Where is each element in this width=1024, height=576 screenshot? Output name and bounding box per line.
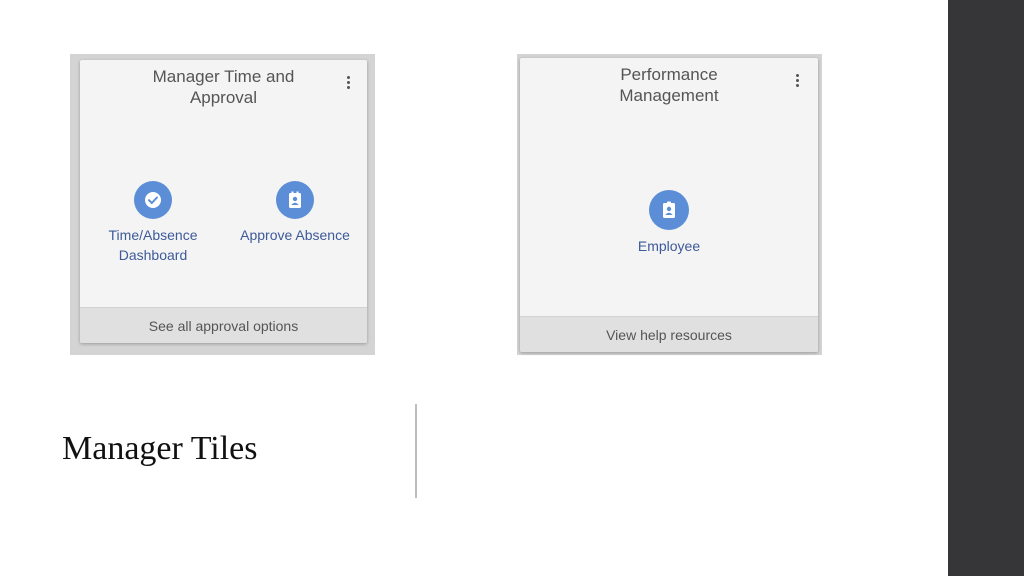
decorative-side-band — [948, 0, 1024, 576]
view-help-resources-link[interactable]: View help resources — [520, 316, 818, 352]
employee-link[interactable]: Employee — [614, 190, 724, 256]
more-options-icon[interactable] — [343, 76, 353, 96]
action-label: Time/Absence Dashboard — [108, 227, 198, 263]
time-absence-dashboard-link[interactable]: Time/Absence Dashboard — [98, 181, 208, 265]
approve-absence-link[interactable]: Approve Absence — [235, 181, 355, 245]
employee-badge-icon — [649, 190, 689, 230]
tile-title: Performance Management — [619, 65, 719, 105]
see-all-approval-options-link[interactable]: See all approval options — [80, 307, 367, 343]
performance-management-tile[interactable]: Performance Management Employee View hel… — [520, 58, 818, 352]
manager-time-approval-screenshot: Manager Time and Approval Time/Absence D… — [70, 54, 375, 355]
action-label: Approve Absence — [240, 227, 350, 243]
slide-title: Manager Tiles — [62, 430, 258, 467]
check-circle-icon — [134, 181, 172, 219]
action-label: Employee — [637, 238, 701, 254]
more-options-icon[interactable] — [792, 74, 802, 94]
vertical-divider — [415, 404, 417, 498]
tile-title: Manager Time and Approval — [152, 67, 295, 107]
manager-time-approval-tile[interactable]: Manager Time and Approval Time/Absence D… — [80, 60, 367, 343]
performance-management-screenshot: Performance Management Employee View hel… — [517, 54, 822, 355]
badge-calendar-icon — [276, 181, 314, 219]
